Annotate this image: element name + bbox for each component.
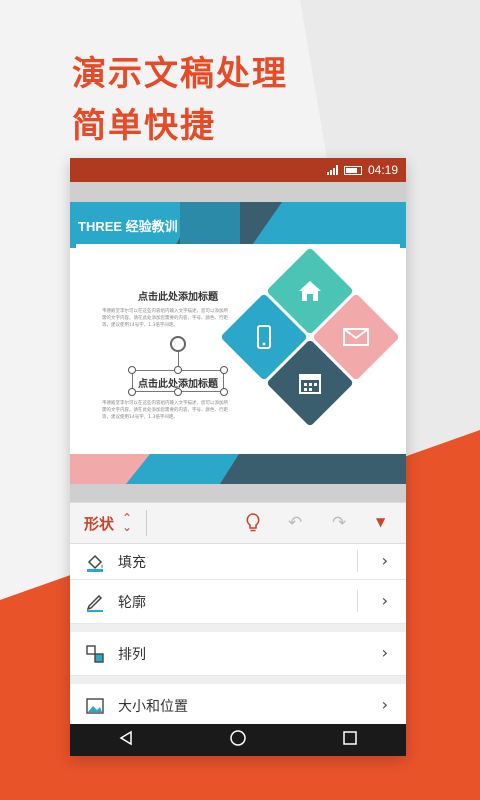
home-button-icon[interactable] xyxy=(229,729,247,751)
slide-canvas[interactable]: THREE 经验教训 点击此处添加标题 韦德殿堂李尔可以在这些内容组内输入文字描… xyxy=(70,182,406,502)
slide[interactable]: THREE 经验教训 点击此处添加标题 韦德殿堂李尔可以在这些内容组内输入文字描… xyxy=(70,202,406,484)
rotate-handle-icon[interactable] xyxy=(170,336,186,352)
menu-section-gap xyxy=(70,624,406,632)
calendar-icon xyxy=(290,363,330,403)
back-icon[interactable] xyxy=(118,730,134,750)
slide-body: 点击此处添加标题 韦德殿堂李尔可以在这些内容组内输入文字描述，您可以添加所需的文… xyxy=(76,244,400,454)
mail-icon xyxy=(336,317,376,357)
paint-bucket-icon xyxy=(84,551,106,573)
slide-body-text-2[interactable]: 韦德殿堂李尔可以在这些内容组内输入文字描述，您可以添加所需的文字内容。请在此处添… xyxy=(102,400,232,421)
promo-line-1: 演示文稿处理 xyxy=(72,54,288,94)
toolbar-divider xyxy=(146,510,148,536)
chevron-updown-icon[interactable]: ⌃ ⌄ xyxy=(122,512,132,533)
promo-line-2: 简单快捷 xyxy=(72,106,216,146)
menu-item-fill-label: 填充 xyxy=(118,554,146,571)
resize-handle[interactable] xyxy=(128,366,136,374)
resize-handle[interactable] xyxy=(174,366,182,374)
menu-divider xyxy=(357,590,358,612)
navigation-bar xyxy=(70,724,406,756)
status-bar: 04:19 xyxy=(70,158,406,182)
recents-icon[interactable] xyxy=(342,730,358,750)
slide-header-band: THREE 经验教训 xyxy=(70,202,406,248)
signal-icon xyxy=(326,165,338,175)
redo-icon[interactable]: ↷ xyxy=(332,513,346,533)
chevron-right-icon: › xyxy=(381,643,388,662)
menu-item-arrange-label: 排列 xyxy=(118,646,146,663)
phone-screen: 04:19 THREE 经验教训 点击此处添加标题 韦德殿堂李尔可以在这些内容组… xyxy=(70,158,406,756)
arrange-icon xyxy=(84,643,106,665)
menu-item-fill[interactable]: 填充 › xyxy=(70,544,406,580)
menu-item-size-position[interactable]: 大小和位置 › xyxy=(70,684,406,728)
resize-handle[interactable] xyxy=(128,388,136,396)
slide-title[interactable]: THREE 经验教训 xyxy=(78,216,178,235)
lightbulb-icon[interactable] xyxy=(246,513,260,538)
menu-item-arrange[interactable]: 排列 › xyxy=(70,632,406,676)
menu-item-size-position-label: 大小和位置 xyxy=(118,698,188,715)
phone-icon xyxy=(244,317,284,357)
battery-icon xyxy=(343,165,362,175)
slide-heading-1[interactable]: 点击此处添加标题 xyxy=(138,288,218,303)
resize-handle[interactable] xyxy=(220,388,228,396)
more-dropdown-icon[interactable]: ▼ xyxy=(376,515,385,529)
shape-toolbar: 形状 ⌃ ⌄ ↶ ↷ ▼ xyxy=(70,502,406,544)
resize-handle[interactable] xyxy=(220,366,228,374)
undo-icon[interactable]: ↶ xyxy=(288,513,302,533)
menu-section-gap xyxy=(70,676,406,684)
slide-footer-band xyxy=(70,454,406,484)
image-size-icon xyxy=(84,695,106,717)
chevron-right-icon: › xyxy=(381,551,388,570)
shape-tab-label[interactable]: 形状 xyxy=(84,513,114,534)
slide-heading-2[interactable]: 点击此处添加标题 xyxy=(138,375,218,390)
chevron-right-icon: › xyxy=(381,591,388,610)
status-time: 04:19 xyxy=(367,163,398,177)
menu-divider xyxy=(357,550,358,572)
home-icon xyxy=(290,271,330,311)
pencil-icon xyxy=(84,591,106,613)
menu-item-outline-label: 轮廓 xyxy=(118,594,146,611)
chevron-right-icon: › xyxy=(381,695,388,714)
menu-item-outline[interactable]: 轮廓 › xyxy=(70,580,406,624)
shape-options-menu: 填充 › 轮廓 › 排列 › 大小和位置 › xyxy=(70,544,406,728)
slide-body-text-1[interactable]: 韦德殿堂李尔可以在这些内容组内输入文字描述，您可以添加所需的文字内容。请在此处添… xyxy=(102,308,232,329)
